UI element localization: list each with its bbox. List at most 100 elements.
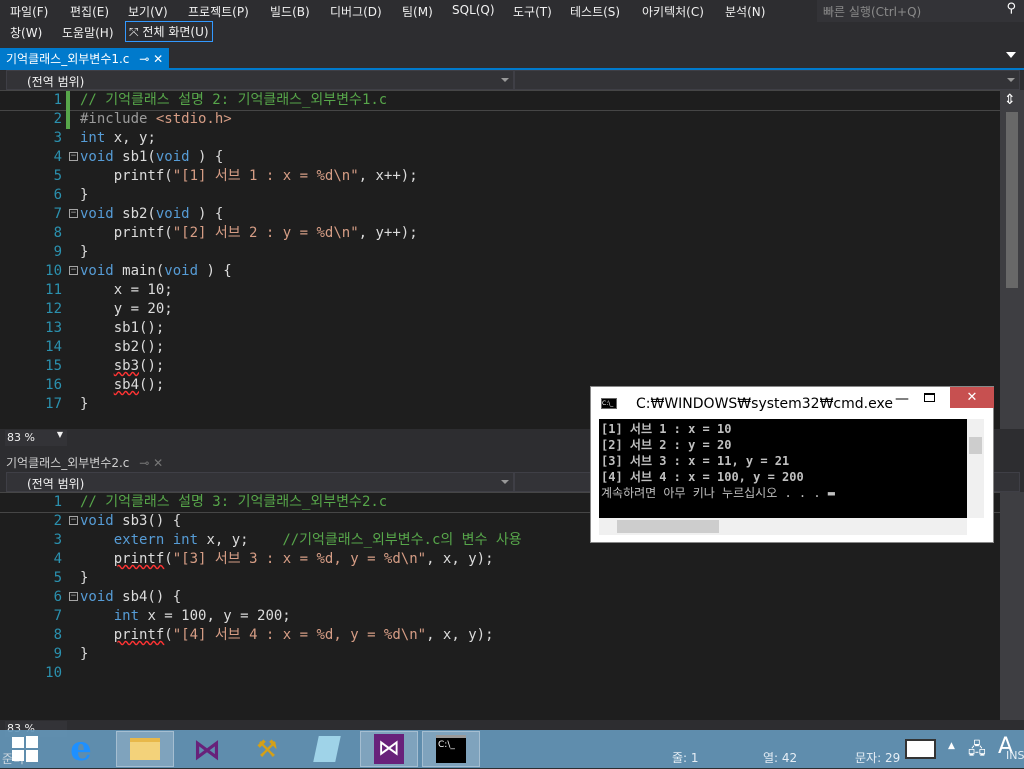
console-horizontal-scrollbar[interactable]: [599, 518, 967, 535]
tools-icon[interactable]: ⚒: [238, 731, 296, 767]
scope-dropdown[interactable]: (전역 범위): [6, 70, 514, 90]
close-icon[interactable]: ✕: [153, 456, 163, 470]
code-line[interactable]: 9}: [0, 645, 1000, 664]
code-line[interactable]: 14 sb2();: [0, 338, 1000, 357]
tab-file1[interactable]: 기억클래스_외부변수1.c ⊸ ✕: [0, 48, 170, 68]
code-line[interactable]: 7− void sb2(void ) {: [0, 205, 1000, 224]
tab-label: 기억클래스_외부변수2.c: [6, 456, 130, 470]
code-line[interactable]: 11 x = 10;: [0, 281, 1000, 300]
code-token: x = 10;: [80, 282, 173, 298]
minimize-button[interactable]: —: [895, 391, 909, 407]
menu-item[interactable]: SQL(Q): [452, 3, 495, 17]
collapse-icon[interactable]: −: [69, 592, 78, 601]
code-line[interactable]: 7 int x = 100, y = 200;: [0, 607, 1000, 626]
vertical-scrollbar-1[interactable]: ⇕: [1000, 90, 1024, 429]
code-line[interactable]: 8 printf("[4] 서브 4 : x = %d, y = %d\n", …: [0, 626, 1000, 645]
menu-item[interactable]: 빌드(B): [270, 3, 310, 20]
menu-item[interactable]: 프로젝트(P): [188, 3, 249, 20]
collapse-icon[interactable]: −: [69, 209, 78, 218]
code-line[interactable]: 6}: [0, 186, 1000, 205]
collapse-icon[interactable]: −: [69, 266, 78, 275]
start-icon[interactable]: [0, 731, 50, 767]
internet-explorer-icon[interactable]: e: [52, 729, 110, 769]
collapse-icon[interactable]: −: [69, 516, 78, 525]
code-token: void: [155, 206, 190, 222]
code-line[interactable]: 6− void sb4() {: [0, 588, 1000, 607]
notepad-icon[interactable]: [298, 731, 356, 767]
code-line[interactable]: 9}: [0, 243, 1000, 262]
menu-item[interactable]: 보기(V): [128, 3, 168, 20]
menu-item[interactable]: 분석(N): [725, 3, 765, 20]
code-text: }: [80, 395, 88, 414]
code-line[interactable]: 5}: [0, 569, 1000, 588]
member-dropdown[interactable]: [514, 70, 1020, 90]
vertical-scrollbar-2[interactable]: [1000, 492, 1024, 720]
console-output[interactable]: [1] 서브 1 : x = 10 [2] 서브 2 : y = 20 [3] 서브…: [599, 419, 967, 518]
menu-help[interactable]: 도움말(H): [62, 24, 114, 41]
code-line[interactable]: 10− void main(void ) {: [0, 262, 1000, 281]
code-token: }: [80, 646, 89, 662]
visual-studio-active-icon[interactable]: ⋈: [360, 731, 418, 767]
search-icon[interactable]: ⚲: [1006, 1, 1016, 16]
pin-icon[interactable]: ⊸: [139, 52, 149, 66]
error-squiggle-token: printf: [113, 551, 165, 567]
line-number: 1: [53, 92, 62, 108]
cmd-window[interactable]: C:\_ C:₩WINDOWS₩system32₩cmd.exe — ✕ [1]…: [590, 386, 994, 543]
code-line[interactable]: 2 #include <stdio.h>: [0, 110, 1000, 129]
code-editor-1[interactable]: 1 // 기억클래스 설명 2: 기억클래스_외부변수1.c 2 #include <…: [0, 90, 1000, 429]
visual-studio-icon[interactable]: ⋈: [178, 731, 236, 767]
scroll-thumb[interactable]: [1006, 112, 1018, 288]
close-icon[interactable]: ✕: [153, 52, 163, 66]
console-vertical-scrollbar[interactable]: [967, 419, 984, 518]
code-text: }: [80, 243, 88, 262]
code-line[interactable]: 5 printf("[1] 서브 1 : x = %d\n", x++);: [0, 167, 1000, 186]
menu-item[interactable]: 파일(F): [10, 3, 48, 20]
show-hidden-icons[interactable]: ▲: [948, 741, 955, 751]
code-line[interactable]: 15 sb3();: [0, 357, 1000, 376]
code-line[interactable]: 8 printf("[2] 서브 2 : y = %d\n", y++);: [0, 224, 1000, 243]
maximize-button[interactable]: [924, 393, 935, 402]
code-line[interactable]: 4− void sb1(void ) {: [0, 148, 1000, 167]
collapse-icon[interactable]: −: [69, 152, 78, 161]
scope-dropdown[interactable]: (전역 범위): [6, 472, 514, 492]
code-line[interactable]: 4 printf("[3] 서브 3 : x = %d, y = %d\n", …: [0, 550, 1000, 569]
line-number: 3: [53, 130, 62, 146]
zoom-dropdown[interactable]: 83 % ▼: [5, 430, 67, 446]
code-token: sb4() {: [113, 589, 182, 605]
tab-strip-1: 기억클래스_외부변수1.c ⊸ ✕: [0, 48, 1024, 68]
menu-item[interactable]: 디버그(D): [330, 3, 382, 20]
fullscreen-button[interactable]: ⤧ 전체 화면(U): [125, 21, 213, 42]
code-text: void sb2(void ) {: [80, 205, 223, 224]
close-button[interactable]: ✕: [950, 387, 994, 408]
code-line[interactable]: 3 int x, y;: [0, 129, 1000, 148]
tab-overflow-icon[interactable]: [1006, 52, 1016, 58]
code-token: , x, y);: [426, 551, 494, 567]
code-token: ();: [139, 358, 165, 374]
code-line[interactable]: 13 sb1();: [0, 319, 1000, 338]
menu-item[interactable]: 도구(T): [513, 3, 552, 20]
menu-item[interactable]: 테스트(S): [570, 3, 620, 20]
code-token: printf(: [80, 168, 173, 184]
scroll-thumb[interactable]: [969, 437, 982, 454]
menu-item[interactable]: 아키텍처(C): [642, 3, 704, 20]
pin-icon[interactable]: ⊸: [139, 456, 149, 470]
error-squiggle-token: sb3: [113, 358, 140, 374]
code-text: printf("[1] 서브 1 : x = %d\n", x++);: [80, 167, 418, 186]
keyboard-icon[interactable]: [905, 739, 936, 759]
code-line[interactable]: 1 // 기억클래스 설명 2: 기억클래스_외부변수1.c: [0, 90, 1000, 111]
menu-item[interactable]: 편집(E): [70, 3, 109, 20]
menu-item[interactable]: 팀(M): [402, 3, 433, 20]
code-line[interactable]: 12 y = 20;: [0, 300, 1000, 319]
scope-label: (전역 범위): [27, 75, 85, 89]
code-text: extern int x, y; //기억클래스_외부변수.c의 변수 사용: [80, 531, 522, 550]
quick-launch-input[interactable]: 빠른 실행(Ctrl+Q) ⚲: [817, 0, 1024, 22]
file-explorer-icon[interactable]: [116, 731, 174, 767]
menu-window[interactable]: 창(W): [10, 24, 42, 41]
scroll-thumb[interactable]: [617, 520, 719, 533]
network-icon[interactable]: 🖧: [968, 738, 986, 765]
code-line[interactable]: 10: [0, 664, 1000, 683]
tab-file2[interactable]: 기억클래스_외부변수2.c ⊸ ✕: [0, 452, 169, 472]
split-icon[interactable]: ⇕: [1004, 92, 1016, 108]
cmd-taskbar-icon[interactable]: C:\_: [422, 731, 480, 767]
